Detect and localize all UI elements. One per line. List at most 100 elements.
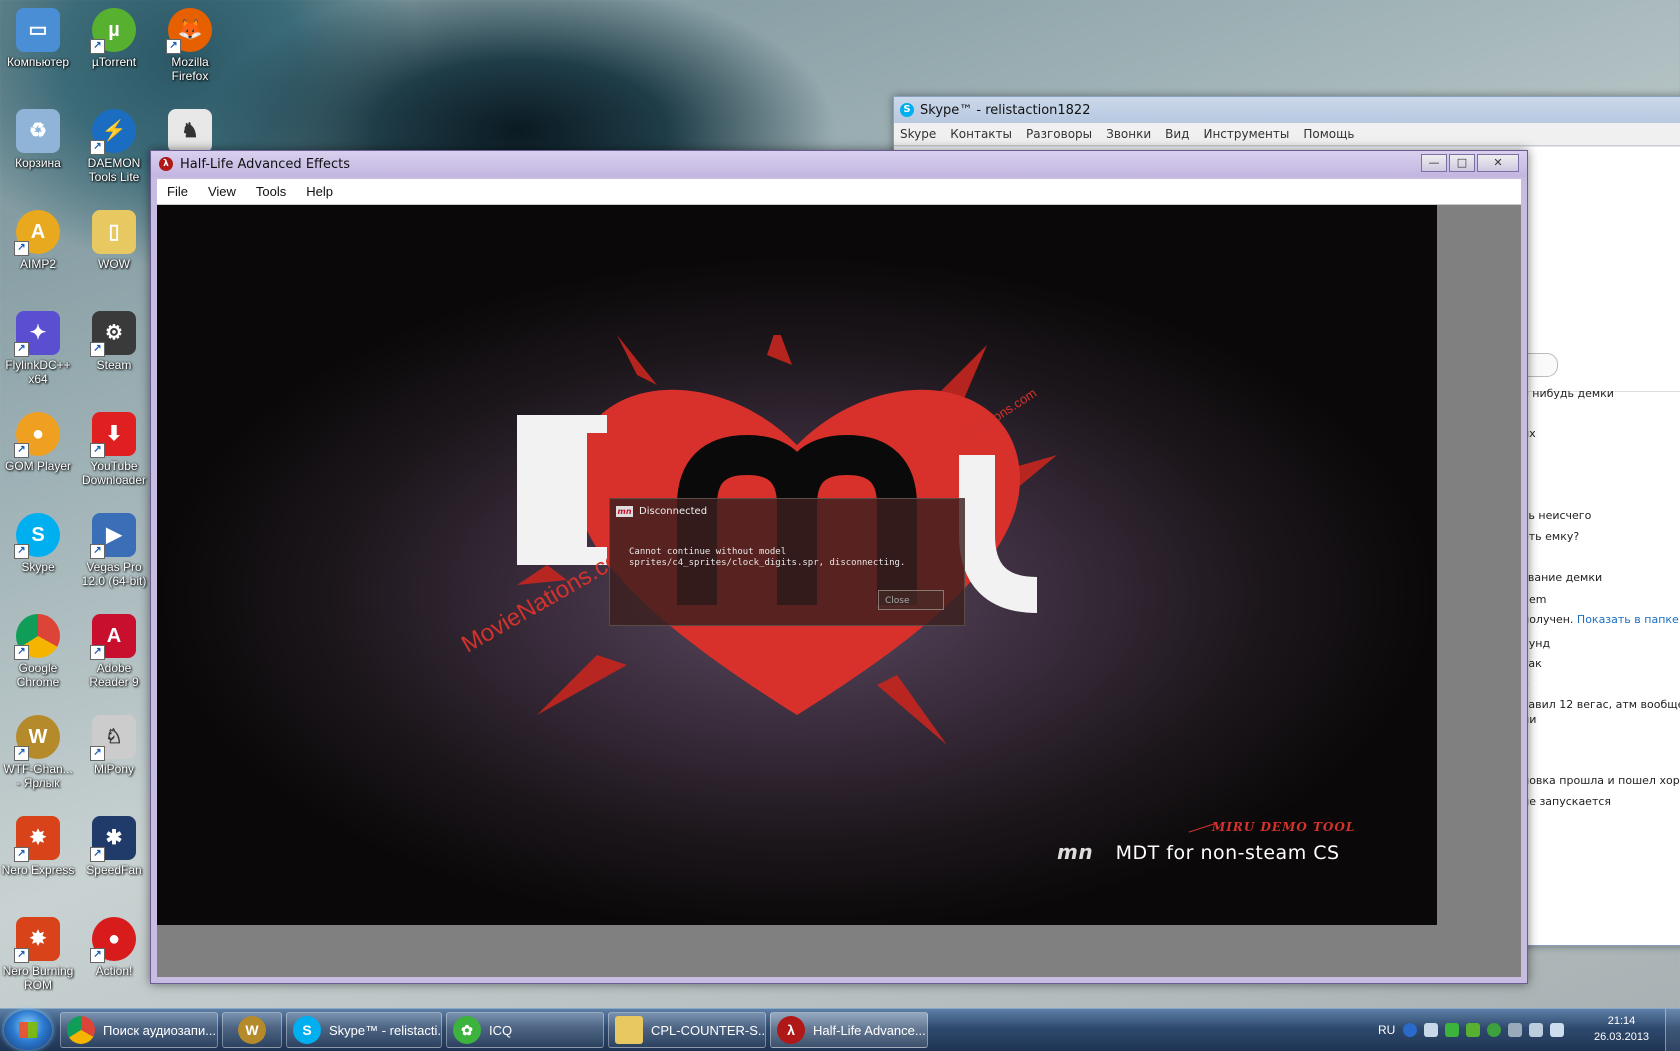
utorrent-tray-icon[interactable]	[1466, 1023, 1481, 1037]
taskbar-button-label: ICQ	[489, 1022, 513, 1038]
miru-demo-tool-label: MIRU DEMO TOOL	[1212, 820, 1356, 834]
menu-tools[interactable]: Tools	[246, 184, 296, 199]
desktop-icon-label: Action!	[95, 964, 133, 978]
hlae-app-icon: λ	[159, 157, 173, 171]
help-icon[interactable]	[1403, 1023, 1418, 1037]
minimize-button[interactable]: —	[1421, 154, 1447, 172]
aimp-icon: A ↗	[14, 210, 60, 256]
desktop-icon-adobe-reader[interactable]: A ↗ Adobe Reader 9	[76, 614, 152, 689]
skype-window-title: Skype™ - relistaction1822	[920, 102, 1091, 118]
skype-menu-conversations[interactable]: Разговоры	[1026, 127, 1092, 141]
desktop-icon-action[interactable]: ● ↗ Action!	[76, 917, 152, 978]
start-button[interactable]	[4, 1010, 52, 1050]
recycle-bin-icon: ♻	[16, 109, 60, 153]
desktop-icon-speedfan[interactable]: ✱ ↗ SpeedFan	[76, 816, 152, 877]
icq-tray-icon[interactable]	[1445, 1023, 1460, 1037]
taskbar-button-skype[interactable]: S Skype™ - relistacti...	[286, 1012, 442, 1048]
language-indicator[interactable]: RU	[1378, 1023, 1395, 1037]
taskbar-button-chrome[interactable]: Поиск аудиозапи...	[60, 1012, 218, 1048]
chat-message: не запускается	[1522, 795, 1612, 808]
desktop-icon-computer[interactable]: ▭ Компьютер	[0, 8, 76, 69]
hlae-titlebar[interactable]: λ Half-Life Advanced Effects — □ ✕	[151, 151, 1527, 177]
desktop-icon-firefox[interactable]: 🦊 ↗ Mozilla Firefox	[152, 8, 228, 83]
desktop-icon-youtube-downloader[interactable]: ⬇ ↗ YouTube Downloader	[76, 412, 152, 487]
desktop-icon-label: Steam	[96, 358, 132, 372]
file-status-text: получен.	[1522, 613, 1574, 626]
skype-titlebar[interactable]: S Skype™ - relistaction1822	[894, 97, 1680, 123]
disconnected-dialog: mn Disconnected Cannot continue without …	[609, 498, 965, 626]
desktop-icon-nero-burning[interactable]: ✸ ↗ Nero Burning ROM	[0, 917, 76, 992]
desktop-icon-wow-shortcut[interactable]: W ↗ WTF-Ghan... - Ярлык	[0, 715, 76, 790]
computer-icon: ▭	[16, 8, 60, 52]
show-in-folder-link[interactable]: Показать в папке	[1577, 613, 1679, 626]
hlae-window[interactable]: λ Half-Life Advanced Effects — □ ✕ File …	[150, 150, 1528, 984]
chat-message: новка прошла и пошел хорош	[1522, 774, 1680, 787]
desktop-icon-daemon-tools[interactable]: ⚡ ↗ DAEMON Tools Lite	[76, 109, 152, 184]
dialog-message-line2: sprites/c4_sprites/clock_digits.spr, dis…	[629, 558, 906, 568]
hlae-client-area: MovieNations.com ieNations.com MIRU DEMO…	[157, 205, 1521, 977]
desktop-icon-gom-player[interactable]: ● ↗ GOM Player	[0, 412, 76, 473]
desktop-icon-chrome[interactable]: ↗ Google Chrome	[0, 614, 76, 689]
taskbar-button-icq[interactable]: ✿ ICQ	[446, 1012, 604, 1048]
chevron-up-icon[interactable]	[1424, 1023, 1439, 1037]
menu-help[interactable]: Help	[296, 184, 343, 199]
skype-menu-contacts[interactable]: Контакты	[950, 127, 1012, 141]
desktop-icon-label: Корзина	[15, 156, 61, 170]
mdt-logo: mn MDT for non-steam CS	[1057, 840, 1340, 864]
skype-menu-calls[interactable]: Звонки	[1106, 127, 1151, 141]
menu-file[interactable]: File	[157, 184, 198, 199]
mn-logo-mark: mn	[1057, 840, 1094, 864]
skype-menu-view[interactable]: Вид	[1165, 127, 1189, 141]
close-button[interactable]: ✕	[1477, 154, 1519, 172]
firefox-icon: 🦊 ↗	[166, 8, 212, 54]
desktop-icon-wow-folder[interactable]: ▯ WOW	[76, 210, 152, 271]
desktop-icon-steam[interactable]: ⚙ ↗ Steam	[76, 311, 152, 372]
desktop-icon-utorrent[interactable]: µ ↗ µTorrent	[76, 8, 152, 69]
skype-menu-tools[interactable]: Инструменты	[1203, 127, 1289, 141]
nero-burning-icon: ✸ ↗	[14, 917, 60, 963]
windows-logo-icon	[19, 1022, 37, 1038]
show-desktop-button[interactable]	[1665, 1009, 1680, 1051]
game-viewport[interactable]: MovieNations.com ieNations.com MIRU DEMO…	[157, 205, 1437, 925]
desktop-icon-recycle-bin[interactable]: ♻ Корзина	[0, 109, 76, 170]
dialog-close-button[interactable]: Close	[878, 590, 944, 610]
steam-icon: ⚙ ↗	[90, 311, 136, 357]
signal-icon[interactable]	[1529, 1023, 1544, 1037]
skype-menu-help[interactable]: Помощь	[1303, 127, 1354, 141]
desktop-icon-label: AIMP2	[19, 257, 56, 271]
skype-icon: S	[293, 1016, 321, 1044]
desktop-icon-label: Nero Express	[1, 863, 75, 877]
icq-icon: ✿	[453, 1016, 481, 1044]
youtube-downloader-icon: ⬇ ↗	[90, 412, 136, 458]
mipony-icon: ♘ ↗	[90, 715, 136, 761]
clock-date: 26.03.2013	[1594, 1031, 1650, 1043]
desktop-icon-aimp[interactable]: A ↗ AIMP2	[0, 210, 76, 271]
utorrent-icon: µ ↗	[90, 8, 136, 54]
taskbar-button-folder[interactable]: CPL-COUNTER-S...	[608, 1012, 766, 1048]
info-tray-icon[interactable]	[1487, 1023, 1502, 1037]
desktop-icon-label: Nero Burning ROM	[2, 964, 74, 992]
desktop-icon-vegas-pro[interactable]: ▶ ↗ Vegas Pro 12.0 (64-bit)	[76, 513, 152, 588]
desktop-icon-flylink[interactable]: ✦ ↗ FlylinkDC++ x64	[0, 311, 76, 386]
taskbar-button-hlae[interactable]: λ Half-Life Advance...	[770, 1012, 928, 1048]
chat-message: тавил 12 вегас, атм вообще н	[1522, 698, 1680, 711]
desktop-icon-nero-express[interactable]: ✸ ↗ Nero Express	[0, 816, 76, 877]
skype-menu-skype[interactable]: Skype	[900, 127, 936, 141]
desktop-icon-counter-strike[interactable]: ♞	[152, 109, 228, 156]
clock[interactable]: 21:14 26.03.2013	[1594, 1013, 1649, 1045]
volume-icon[interactable]	[1550, 1023, 1565, 1037]
mdt-logo-text: MDT for non-steam CS	[1115, 842, 1340, 864]
desktop-icon-mipony[interactable]: ♘ ↗ MiPony	[76, 715, 152, 776]
taskbar-button-wow[interactable]: W	[222, 1012, 282, 1048]
chat-message: ть неисчего	[1522, 509, 1592, 522]
taskbar-button-label: Skype™ - relistacti...	[329, 1022, 442, 1038]
folder-icon: ▯	[92, 210, 136, 254]
taskbar: Поиск аудиозапи... W S Skype™ - relistac…	[0, 1008, 1680, 1051]
maximize-button[interactable]: □	[1449, 154, 1475, 172]
desktop-icon-skype[interactable]: S ↗ Skype	[0, 513, 76, 574]
network-icon[interactable]	[1508, 1023, 1523, 1037]
skype-menubar: Skype Контакты Разговоры Звонки Вид Инст…	[894, 123, 1680, 146]
taskbar-button-label: Поиск аудиозапи...	[103, 1022, 217, 1038]
menu-view[interactable]: View	[198, 184, 246, 199]
skype-icon: S	[900, 103, 914, 117]
